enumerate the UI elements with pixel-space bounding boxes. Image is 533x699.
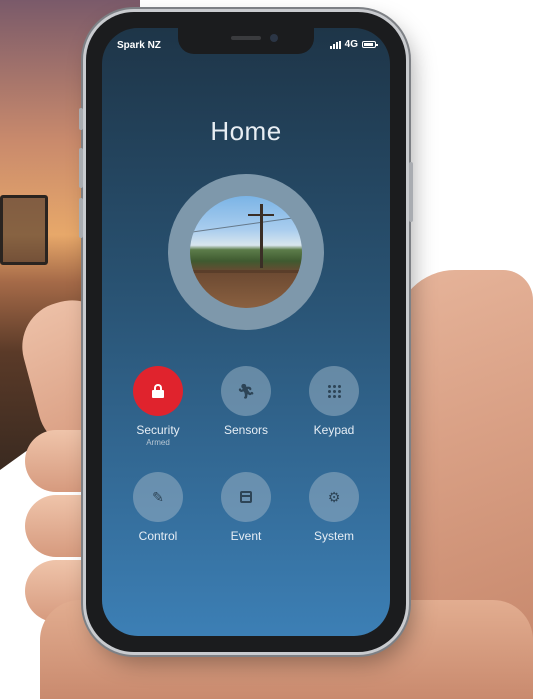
control-label: Control (138, 529, 178, 543)
calendar-icon (240, 491, 252, 503)
event-label: Event (230, 529, 262, 543)
home-photo-ring[interactable] (168, 174, 324, 330)
power-button (409, 162, 413, 222)
app-screen: Spark NZ 4G Home Security Armed 🏃︎ Senso… (102, 28, 390, 636)
keypad-icon (327, 384, 341, 398)
gear-icon: ⚙ (327, 489, 341, 505)
control-tile[interactable]: ✎ Control (118, 472, 198, 543)
edit-icon: ✎ (152, 489, 164, 505)
mute-switch (79, 108, 83, 130)
page-title: Home (210, 116, 282, 146)
status-indicators: 4G (329, 39, 378, 50)
system-label: System (313, 529, 354, 543)
keypad-label: Keypad (313, 423, 355, 437)
sensors-tile[interactable]: 🏃︎ Sensors (206, 366, 286, 437)
home-photo (190, 196, 302, 308)
system-tile[interactable]: ⚙ System (294, 472, 374, 543)
background-chair (0, 195, 48, 265)
security-status: Armed (146, 438, 170, 447)
sensors-button[interactable]: 🏃︎ (221, 366, 271, 416)
phone-frame: Spark NZ 4G Home Security Armed 🏃︎ Senso… (79, 12, 413, 652)
carrier-name: Spark NZ (117, 40, 161, 51)
network-type: 4G (344, 39, 358, 50)
keypad-button[interactable] (309, 366, 359, 416)
security-tile[interactable]: Security Armed (118, 366, 198, 447)
system-button[interactable]: ⚙ (309, 472, 359, 522)
signal-icon (329, 40, 341, 49)
running-person-icon: 🏃︎ (237, 383, 255, 399)
speaker-grille (231, 36, 261, 40)
control-button[interactable]: ✎ (133, 472, 183, 522)
lock-icon (152, 384, 164, 398)
front-camera (270, 34, 278, 42)
event-tile[interactable]: Event (206, 472, 286, 543)
battery-icon (362, 41, 378, 48)
keypad-tile[interactable]: Keypad (294, 366, 374, 437)
security-label: Security (136, 423, 180, 437)
security-button[interactable] (133, 366, 183, 416)
volume-down-button (79, 198, 83, 238)
volume-up-button (79, 148, 83, 188)
event-button[interactable] (221, 472, 271, 522)
notch (178, 28, 314, 54)
sensors-label: Sensors (223, 423, 269, 437)
